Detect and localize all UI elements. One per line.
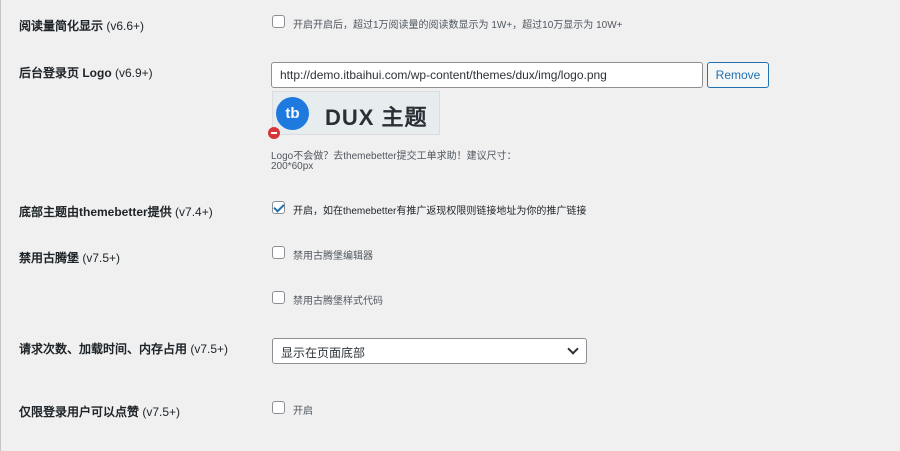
gutenberg-label-text: 禁用古腾堡 xyxy=(19,251,80,265)
remove-button[interactable]: Remove xyxy=(707,62,769,88)
readcount-version: (v6.6+) xyxy=(106,19,145,33)
logo-preview-text: DUX 主题 xyxy=(325,105,428,130)
footer-checkbox-text: 开启，如在themebetter有推广返现权限则链接地址为你的推广链接 xyxy=(293,206,587,217)
stats-version: (v7.5+) xyxy=(190,342,229,356)
logo-badge: tb xyxy=(276,97,309,130)
stats-select[interactable]: 显示在页面底部 xyxy=(272,338,587,364)
chevron-down-icon xyxy=(567,343,579,355)
logo-version: (v6.9+) xyxy=(115,66,153,80)
likes-version: (v7.5+) xyxy=(142,405,181,419)
likes-label-text: 仅限登录用户可以点赞 xyxy=(19,405,140,419)
readcount-label-text: 阅读量简化显示 xyxy=(19,19,104,33)
stats-select-value: 显示在页面底部 xyxy=(281,346,366,360)
likes-label: 仅限登录用户可以点赞 (v7.5+) xyxy=(19,403,180,420)
gutenberg-editor-text: 禁用古腾堡编辑器 xyxy=(293,251,373,262)
footer-label-text: 底部主题由themebetter提供 xyxy=(19,205,172,219)
readcount-checkbox-text: 开启开启后，超过1万阅读量的阅读数显示为 1W+，超过10万显示为 10W+ xyxy=(293,20,623,31)
gutenberg-style-checkbox[interactable] xyxy=(272,291,285,304)
gutenberg-version: (v7.5+) xyxy=(82,251,121,265)
remove-image-icon[interactable] xyxy=(268,127,280,139)
footer-label: 底部主题由themebetter提供 (v7.4+) xyxy=(19,203,213,220)
footer-checkbox[interactable] xyxy=(272,201,285,214)
readcount-label: 阅读量简化显示 (v6.6+) xyxy=(19,17,144,34)
gutenberg-editor-checkbox[interactable] xyxy=(272,246,285,259)
left-border xyxy=(0,0,1,451)
logo-label-text: 后台登录页 Logo xyxy=(19,66,112,80)
logo-url-input[interactable]: http://demo.itbaihui.com/wp-content/them… xyxy=(271,62,703,88)
gutenberg-style-text: 禁用古腾堡样式代码 xyxy=(293,296,383,307)
logo-hint-line1: Logo不会做？去themebetter提交工单求助！建议尺寸： xyxy=(271,151,517,162)
logo-preview: tb DUX 主题 xyxy=(272,91,440,135)
footer-version: (v7.4+) xyxy=(175,205,213,219)
logo-label: 后台登录页 Logo (v6.9+) xyxy=(19,64,153,81)
gutenberg-label: 禁用古腾堡 (v7.5+) xyxy=(19,249,120,266)
likes-checkbox[interactable] xyxy=(272,401,285,414)
stats-label-text: 请求次数、加载时间、内存占用 xyxy=(19,342,188,356)
likes-checkbox-text: 开启 xyxy=(293,406,313,417)
stats-label: 请求次数、加载时间、内存占用 (v7.5+) xyxy=(19,340,228,357)
logo-hint-line2: 200*60px xyxy=(271,161,314,172)
readcount-checkbox[interactable] xyxy=(272,15,285,28)
